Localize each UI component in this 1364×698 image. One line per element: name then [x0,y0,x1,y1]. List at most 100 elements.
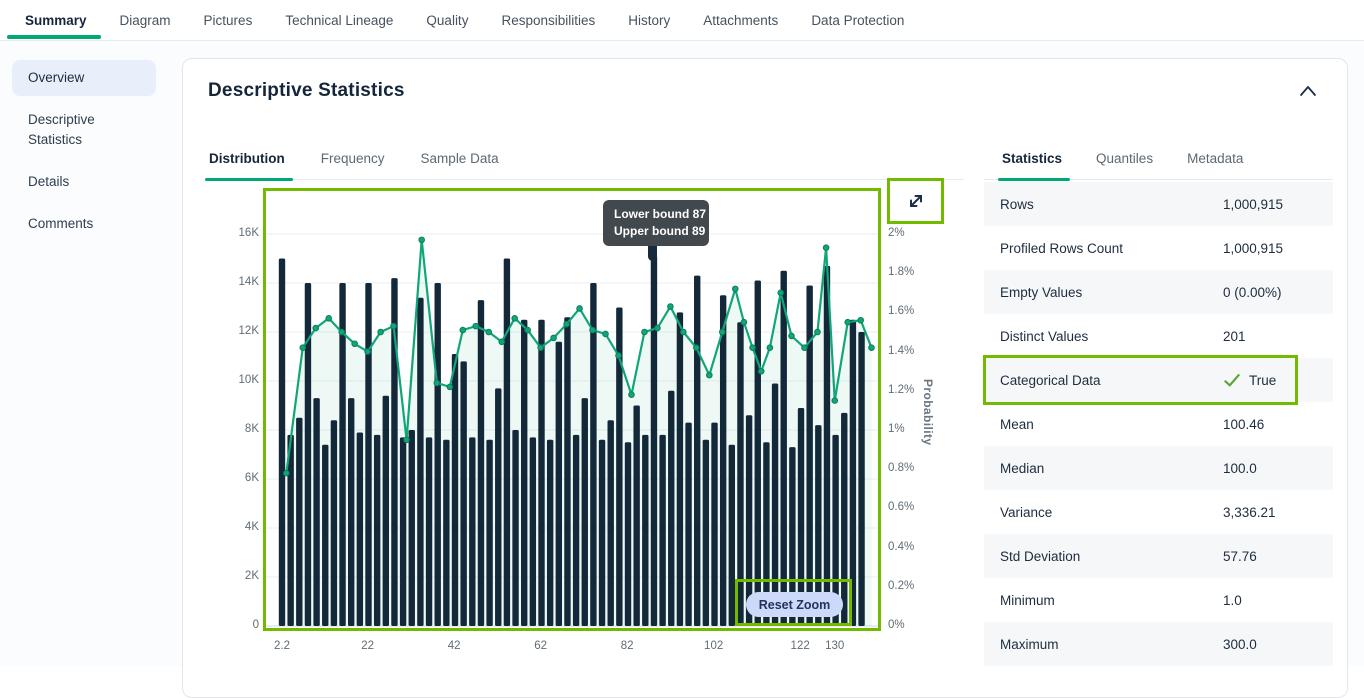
stat-label: Categorical Data [1000,373,1223,388]
y-right-tick: 1% [888,423,905,435]
stat-value-text: 100.0 [1223,461,1257,476]
y-right-tick: 0.4% [888,541,914,553]
stat-value-text: 57.76 [1223,549,1257,564]
sidebar-item-overview[interactable]: Overview [12,60,156,96]
x-tick: 2.2 [260,640,304,652]
distribution-chart: 16K14K12K10K8K6K4K2K0 2%1.8%1.6%1.4%1.2%… [207,191,977,683]
stat-row: Rows1,000,915 [984,182,1333,226]
tab-distribution[interactable]: Distribution [207,151,287,179]
stat-label: Maximum [1000,637,1223,652]
nav-tab-summary[interactable]: Summary [25,2,87,39]
y-right-tick: 1.2% [888,384,914,396]
stat-value: 100.0 [1223,461,1257,476]
x-tick: 22 [346,640,390,652]
collapse-section-button[interactable] [1295,81,1321,103]
stat-value: 0 (0.00%) [1223,285,1282,300]
tab-metadata[interactable]: Metadata [1185,151,1245,179]
y-right-tick: 1.4% [888,345,914,357]
stat-value-text: 1.0 [1223,593,1242,608]
y-left-tick: 14K [211,276,259,288]
y-left-tick: 0 [211,619,259,631]
chart-tabs: Distribution Frequency Sample Data [207,151,964,180]
stat-label: Profiled Rows Count [1000,241,1223,256]
stat-row: Categorical DataTrue [984,358,1333,402]
stat-value: 1,000,915 [1223,241,1283,256]
stat-value: 1.0 [1223,593,1242,608]
nav-tab-data-protection[interactable]: Data Protection [811,2,904,39]
y-left-tick: 12K [211,325,259,337]
stat-row: Minimum1.0 [984,578,1333,622]
stat-value: 1,000,915 [1223,197,1283,212]
nav-tab-diagram[interactable]: Diagram [120,2,171,39]
y-right-tick: 0.8% [888,462,914,474]
stat-value-text: 1,000,915 [1223,241,1283,256]
diagonal-resize-icon [904,189,928,213]
top-nav: Summary Diagram Pictures Technical Lineage Q… [0,0,1364,41]
stat-label: Median [1000,461,1223,476]
stat-label: Minimum [1000,593,1223,608]
y-left-tick: 2K [211,570,259,582]
y-left-tick: 8K [211,423,259,435]
stat-label: Empty Values [1000,285,1223,300]
stat-label: Std Deviation [1000,549,1223,564]
x-tick: 82 [605,640,649,652]
y-left-tick: 10K [211,374,259,386]
stat-value: 3,336.21 [1223,505,1276,520]
stat-value: 100.46 [1223,417,1264,432]
check-icon [1223,372,1241,388]
y-left-tick: 4K [211,521,259,533]
nav-tab-responsibilities[interactable]: Responsibilities [501,2,595,39]
nav-tab-quality[interactable]: Quality [426,2,468,39]
stat-row: Empty Values0 (0.00%) [984,270,1333,314]
stats-table: Rows1,000,915Profiled Rows Count1,000,91… [984,182,1333,666]
y-right-tick: 1.6% [888,305,914,317]
descriptive-statistics-card: Descriptive Statistics Distribution Frequ… [182,58,1348,698]
stats-tabs: Statistics Quantiles Metadata [984,151,1333,180]
sidebar-item-descriptive-statistics[interactable]: Descriptive Statistics [12,102,156,158]
nav-tab-technical-lineage[interactable]: Technical Lineage [285,2,393,39]
x-tick: 62 [519,640,563,652]
nav-tab-pictures[interactable]: Pictures [204,2,253,39]
y-right-tick: 0.2% [888,580,914,592]
tab-sample-data[interactable]: Sample Data [419,151,501,179]
nav-tab-attachments[interactable]: Attachments [703,2,778,39]
y-right-tick: 0% [888,619,905,631]
expand-chart-button[interactable] [887,178,944,224]
stat-label: Rows [1000,197,1223,212]
sidebar-item-details[interactable]: Details [12,164,156,200]
stat-row: Std Deviation57.76 [984,534,1333,578]
y-left-tick: 16K [211,227,259,239]
stat-row: Profiled Rows Count1,000,915 [984,226,1333,270]
tab-statistics[interactable]: Statistics [1000,151,1064,179]
chart-plot-area[interactable] [266,191,878,628]
panel-title: Descriptive Statistics [208,80,405,102]
y-right-tick: 1.8% [888,266,914,278]
probability-axis-label: Probability [921,379,935,445]
stat-label: Mean [1000,417,1223,432]
sidebar-item-comments[interactable]: Comments [12,206,156,242]
page-body: Overview Descriptive Statistics Details Com… [0,41,1364,666]
tab-quantiles[interactable]: Quantiles [1094,151,1155,179]
x-tick: 130 [813,640,857,652]
chevron-up-icon [1297,83,1319,99]
stat-row: Distinct Values201 [984,314,1333,358]
nav-tab-history[interactable]: History [628,2,670,39]
y-left-tick: 6K [211,472,259,484]
tab-frequency[interactable]: Frequency [319,151,387,179]
top-nav-tabs: Summary Diagram Pictures Technical Lineage Q… [25,2,904,39]
stat-value-text: 300.0 [1223,637,1257,652]
stat-value-text: 100.46 [1223,417,1264,432]
x-tick: 102 [692,640,736,652]
stat-value: 57.76 [1223,549,1257,564]
reset-zoom-highlight: Reset Zoom [735,579,852,626]
stat-row: Mean100.46 [984,402,1333,446]
stat-row: Maximum300.0 [984,622,1333,666]
stat-label: Variance [1000,505,1223,520]
sidebar: Overview Descriptive Statistics Details Com… [12,60,156,248]
distribution-chart-svg [266,191,878,628]
stat-value-text: 0 (0.00%) [1223,285,1282,300]
stat-value: 201 [1223,329,1246,344]
stat-value-text: 3,336.21 [1223,505,1276,520]
reset-zoom-button[interactable]: Reset Zoom [746,592,843,617]
x-tick: 42 [432,640,476,652]
